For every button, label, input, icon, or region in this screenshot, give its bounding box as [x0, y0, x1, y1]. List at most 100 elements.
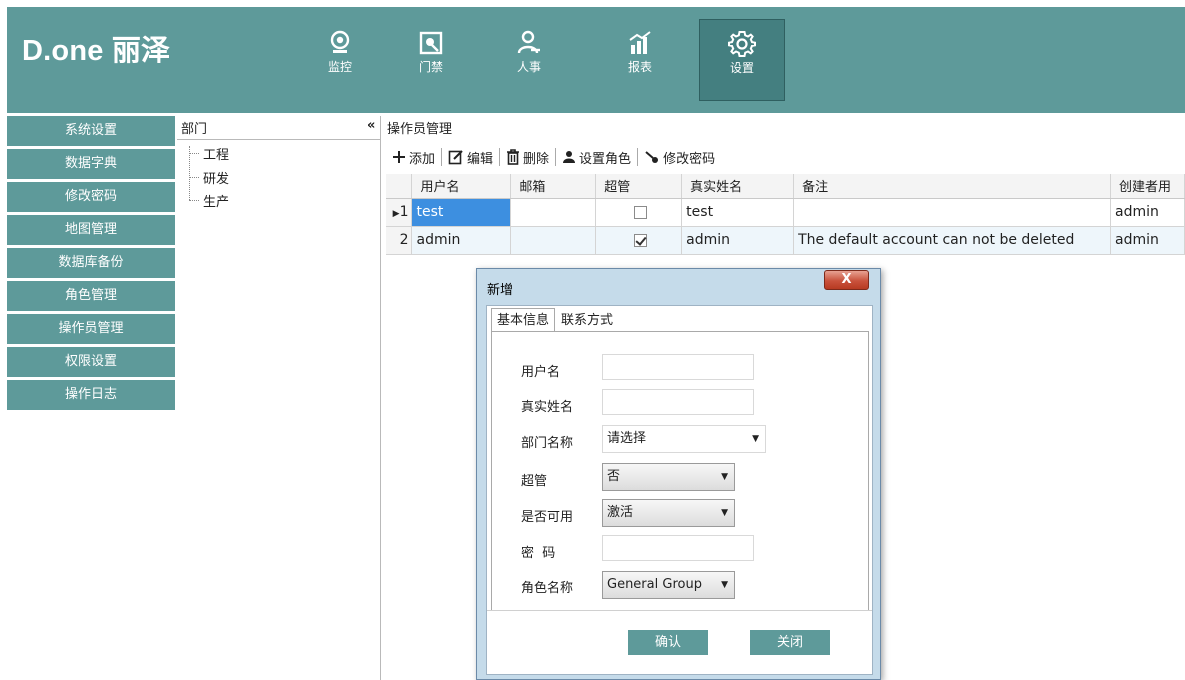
change-password-button[interactable]: 修改密码 [638, 148, 721, 167]
super-admin-checkbox[interactable] [634, 205, 648, 219]
cell-remark[interactable]: The default account can not be deleted [793, 226, 1111, 255]
enabled-select-value: 激活 [607, 505, 634, 520]
dialog-body: 基本信息 联系方式 用户名 真实姓名 部门名称 请选择 ▼ 超管 否 ▼ 是否可… [486, 305, 873, 675]
nav-personnel[interactable]: 人事 [486, 19, 572, 101]
nav-label: 报表 [627, 60, 652, 74]
person-icon [517, 30, 540, 54]
dialog-close-button[interactable]: X [824, 270, 869, 290]
collapse-panel-button[interactable]: « [367, 118, 375, 133]
column-header-super-admin[interactable]: 超管 [595, 174, 683, 199]
delete-button[interactable]: 删除 [500, 148, 555, 167]
department-select-value: 请选择 [607, 431, 647, 446]
superadmin-label: 超管 [521, 474, 548, 489]
password-field[interactable] [602, 535, 754, 561]
department-panel: 部门 « 工程 研发 生产 [177, 116, 381, 680]
cell-email[interactable] [510, 198, 597, 227]
chevron-down-icon: ▼ [721, 508, 728, 518]
nav-label: 监控 [327, 60, 352, 74]
sidebar-item-map-management[interactable]: 地图管理 [7, 215, 175, 245]
operator-table: 用户名 邮箱 超管 真实姓名 备注 创建者用 ▶1 test test admi… [386, 174, 1185, 255]
edit-label: 编辑 [467, 151, 494, 167]
sidebar-item-database-backup[interactable]: 数据库备份 [7, 248, 175, 278]
cell-username[interactable]: test [411, 198, 512, 227]
user-icon [563, 151, 576, 163]
set-role-label: 设置角色 [579, 151, 632, 167]
tree-node-engineering[interactable]: 工程 [189, 144, 229, 163]
column-header-email[interactable]: 邮箱 [510, 174, 597, 199]
divider [177, 139, 381, 140]
sidebar-item-operator-management[interactable]: 操作员管理 [7, 314, 175, 344]
nav-reports[interactable]: 报表 [597, 19, 683, 101]
department-title: 部门 [181, 122, 208, 137]
column-header-real-name[interactable]: 真实姓名 [681, 174, 795, 199]
cell-real-name[interactable]: admin [681, 226, 795, 255]
nav-monitor[interactable]: 监控 [297, 19, 383, 101]
tab-basic-info[interactable]: 基本信息 [491, 308, 556, 332]
key-icon [645, 151, 659, 163]
table-row[interactable]: ▶1 test test admin [386, 198, 1185, 227]
cell-creator[interactable]: admin [1110, 226, 1185, 255]
column-header-username[interactable]: 用户名 [411, 174, 512, 199]
toolbar: 添加 编辑 删除 设置角色 修改密码 [386, 146, 721, 168]
close-button[interactable]: 关闭 [750, 630, 830, 655]
camera-icon [330, 30, 350, 53]
cell-email[interactable] [510, 226, 597, 255]
sidebar-item-operation-log[interactable]: 操作日志 [7, 380, 175, 410]
cell-username[interactable]: admin [411, 226, 512, 255]
row-number: 1 [399, 204, 409, 220]
department-select[interactable]: 请选择 ▼ [602, 425, 766, 453]
super-admin-checkbox[interactable] [634, 233, 648, 247]
current-row-arrow-icon: ▶ [392, 209, 400, 219]
nav-settings[interactable]: 设置 [699, 19, 785, 101]
column-header-remark[interactable]: 备注 [793, 174, 1111, 199]
add-button[interactable]: 添加 [386, 148, 441, 167]
row-header[interactable]: 2 [386, 226, 413, 255]
tab-panel-basic-info: 用户名 真实姓名 部门名称 请选择 ▼ 超管 否 ▼ 是否可用 激活 ▼ 密 码… [491, 331, 869, 611]
nav-label: 人事 [516, 60, 541, 74]
chevron-down-icon: ▼ [721, 580, 728, 590]
row-header-corner [386, 174, 413, 199]
edit-button[interactable]: 编辑 [442, 148, 499, 167]
tab-contact-info[interactable]: 联系方式 [555, 308, 619, 332]
role-select[interactable]: General Group ▼ [602, 571, 735, 599]
username-field[interactable] [602, 354, 754, 380]
cell-creator[interactable]: admin [1110, 198, 1185, 227]
chevron-down-icon: ▼ [721, 472, 728, 482]
set-role-button[interactable]: 设置角色 [556, 148, 637, 167]
dialog-title: 新增 [487, 283, 514, 298]
sidebar-item-change-password[interactable]: 修改密码 [7, 182, 175, 212]
table-header-row: 用户名 邮箱 超管 真实姓名 备注 创建者用 [386, 174, 1185, 199]
nav-door-access[interactable]: 门禁 [388, 19, 474, 101]
column-header-creator[interactable]: 创建者用 [1110, 174, 1185, 199]
cell-remark[interactable] [793, 198, 1111, 227]
sidebar-item-permission-settings[interactable]: 权限设置 [7, 347, 175, 377]
report-chart-icon [629, 31, 651, 54]
superadmin-select-value: 否 [607, 469, 621, 484]
edit-icon [448, 150, 463, 165]
superadmin-select[interactable]: 否 ▼ [602, 463, 735, 491]
sidebar-item-role-management[interactable]: 角色管理 [7, 281, 175, 311]
sidebar-item-data-dictionary[interactable]: 数据字典 [7, 149, 175, 179]
door-access-icon [419, 31, 443, 55]
row-header[interactable]: ▶1 [386, 198, 413, 227]
confirm-button[interactable]: 确认 [628, 630, 708, 655]
change-password-label: 修改密码 [663, 151, 716, 167]
divider [487, 610, 872, 611]
new-operator-dialog: 新增 X 基本信息 联系方式 用户名 真实姓名 部门名称 请选择 ▼ 超管 否 … [476, 268, 881, 680]
nav-label: 门禁 [418, 60, 443, 74]
tree-node-production[interactable]: 生产 [189, 191, 229, 210]
app-header: D.one 丽泽 监控 门禁 人事 报表 设置 [7, 7, 1185, 113]
delete-label: 删除 [523, 151, 550, 167]
table-row[interactable]: 2 admin admin The default account can no… [386, 226, 1185, 255]
sidebar-item-system-settings[interactable]: 系统设置 [7, 116, 175, 146]
realname-label: 真实姓名 [521, 400, 574, 415]
enabled-select[interactable]: 激活 ▼ [602, 499, 735, 527]
cell-real-name[interactable]: test [681, 198, 795, 227]
role-label: 角色名称 [521, 581, 574, 596]
sidebar: 系统设置 数据字典 修改密码 地图管理 数据库备份 角色管理 操作员管理 权限设… [7, 116, 175, 413]
tree-node-rnd[interactable]: 研发 [189, 168, 229, 187]
realname-field[interactable] [602, 389, 754, 415]
dialog-tabs: 基本信息 联系方式 [491, 308, 619, 332]
gear-icon [728, 31, 756, 57]
brand-logo: D.one 丽泽 [22, 35, 171, 67]
